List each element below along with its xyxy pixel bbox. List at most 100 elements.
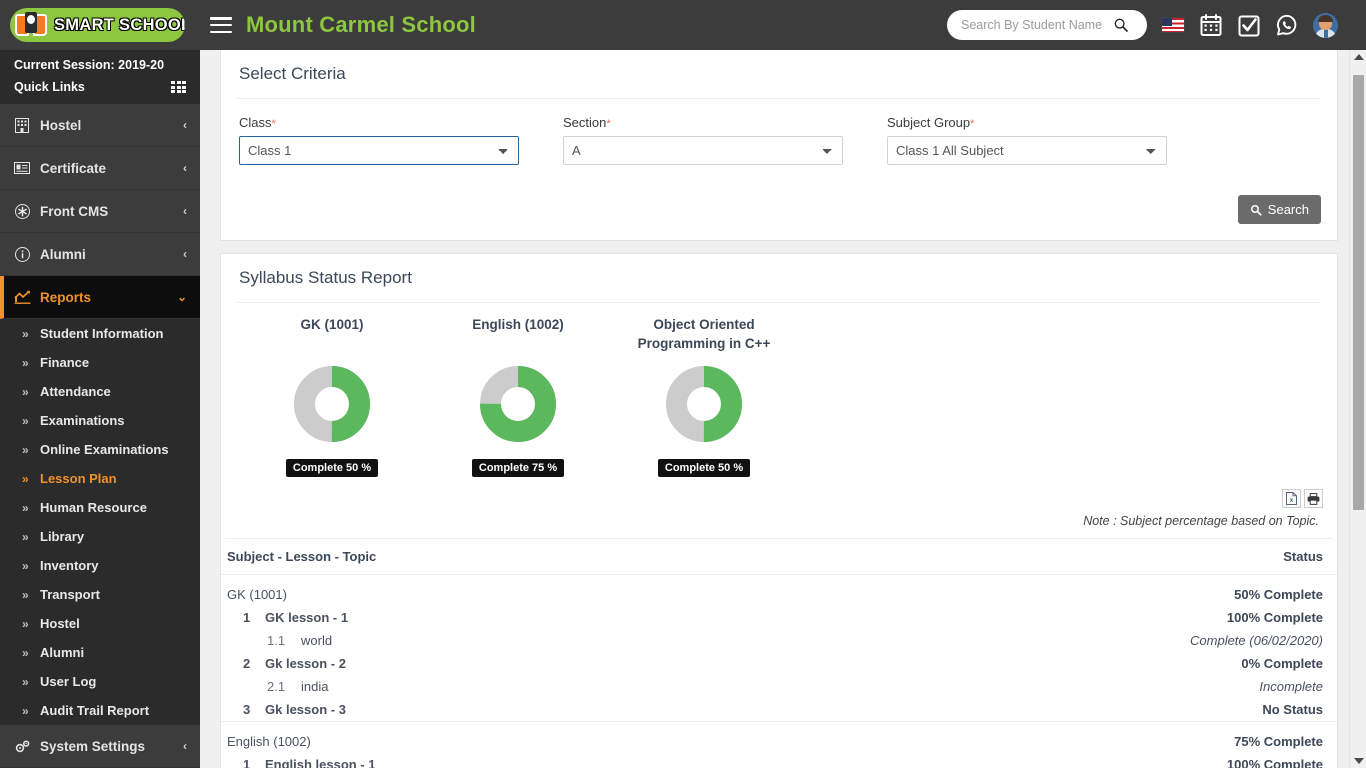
search-icon[interactable] bbox=[1113, 17, 1129, 33]
chevron-left-icon: ‹ bbox=[183, 161, 187, 175]
sidebar-subitem-transport[interactable]: »Transport bbox=[0, 580, 200, 609]
syllabus-table: Subject - Lesson - Topic Status GK (1001… bbox=[221, 539, 1337, 768]
sidebar-subitem-hostel[interactable]: »Hostel bbox=[0, 609, 200, 638]
select-criteria-title: Select Criteria bbox=[237, 50, 1321, 99]
sidebar-subitem-student-information[interactable]: »Student Information bbox=[0, 319, 200, 348]
row-status: 0% Complete bbox=[783, 652, 1337, 675]
chevron-double-right-icon: » bbox=[22, 704, 40, 718]
sidebar-item-reports[interactable]: Reports ⌄ bbox=[0, 276, 200, 319]
sidebar-subitem-alumni[interactable]: »Alumni bbox=[0, 638, 200, 667]
sidebar-subitem-attendance[interactable]: »Attendance bbox=[0, 377, 200, 406]
sidebar-subitem-label: Finance bbox=[40, 355, 89, 370]
sidebar-subitem-label: Online Examinations bbox=[40, 442, 169, 457]
sidebar-item-label: Reports bbox=[40, 290, 177, 305]
sidebar-subitem-label: Student Information bbox=[40, 326, 164, 341]
grid-icon[interactable] bbox=[171, 81, 186, 93]
sidebar-subitem-label: Examinations bbox=[40, 413, 125, 428]
class-label: Class* bbox=[239, 115, 519, 130]
table-row-lesson: 3Gk lesson - 3No Status bbox=[221, 698, 1337, 722]
search-button-label: Search bbox=[1268, 202, 1309, 217]
sidebar-subitem-inventory[interactable]: »Inventory bbox=[0, 551, 200, 580]
chevron-down-icon: ⌄ bbox=[177, 290, 187, 304]
section-select[interactable]: A bbox=[563, 136, 843, 165]
sidebar-subitem-examinations[interactable]: »Examinations bbox=[0, 406, 200, 435]
search-button[interactable]: Search bbox=[1238, 195, 1321, 224]
scroll-down-arrow-icon[interactable] bbox=[1354, 758, 1364, 764]
subject-group-label-text: Subject Group bbox=[887, 115, 970, 130]
sidebar-subitem-label: User Log bbox=[40, 674, 96, 689]
chevron-double-right-icon: » bbox=[22, 646, 40, 660]
asterisk-circle-icon bbox=[13, 204, 31, 219]
criteria-form: Class* Class 1 Section* A bbox=[239, 115, 1319, 165]
card-icon bbox=[13, 162, 31, 174]
sidebar-subitem-label: Attendance bbox=[40, 384, 111, 399]
sidebar-subitem-human-resource[interactable]: »Human Resource bbox=[0, 493, 200, 522]
sidebar-item-label: Certificate bbox=[40, 161, 183, 176]
scroll-up-arrow-icon[interactable] bbox=[1354, 54, 1364, 60]
sidebar-item-hostel[interactable]: Hostel ‹ bbox=[0, 104, 200, 147]
required-marker: * bbox=[272, 118, 276, 130]
donut-chart-title: GK (1001) bbox=[239, 315, 425, 353]
row-status: 100% Complete bbox=[783, 753, 1337, 768]
hamburger-icon[interactable] bbox=[210, 17, 232, 33]
app-logo[interactable]: SMART SCHOOL bbox=[0, 0, 200, 50]
chevron-left-icon: ‹ bbox=[183, 739, 187, 753]
vertical-scrollbar[interactable] bbox=[1349, 50, 1366, 768]
sidebar-subitem-online-examinations[interactable]: »Online Examinations bbox=[0, 435, 200, 464]
search-input[interactable] bbox=[961, 18, 1113, 32]
chevron-double-right-icon: » bbox=[22, 530, 40, 544]
student-search-box[interactable] bbox=[947, 10, 1147, 40]
sidebar-subitem-user-log[interactable]: »User Log bbox=[0, 667, 200, 696]
sidebar-item-system-settings[interactable]: System Settings ‹ bbox=[0, 725, 200, 768]
class-select[interactable]: Class 1 bbox=[239, 136, 519, 165]
calendar-icon[interactable] bbox=[1199, 13, 1223, 37]
required-marker: * bbox=[606, 118, 610, 130]
excel-export-icon[interactable]: x bbox=[1282, 489, 1301, 508]
scrollbar-thumb[interactable] bbox=[1353, 75, 1364, 510]
sidebar-subitem-label: Transport bbox=[40, 587, 100, 602]
row-status: Incomplete bbox=[783, 675, 1337, 698]
user-avatar-icon[interactable] bbox=[1313, 13, 1338, 38]
row-number: 1 bbox=[243, 610, 265, 625]
required-marker: * bbox=[970, 118, 974, 130]
current-session: Current Session: 2019-20 bbox=[0, 50, 200, 74]
chevron-double-right-icon: » bbox=[22, 385, 40, 399]
chevron-double-right-icon: » bbox=[22, 443, 40, 457]
sidebar-subitem-label: Human Resource bbox=[40, 500, 147, 515]
donut-chart-1: GK (1001)Complete 50 % bbox=[239, 315, 425, 477]
syllabus-table-body: GK (1001)50% Complete1GK lesson - 1100% … bbox=[221, 575, 1337, 768]
sidebar-item-label: Front CMS bbox=[40, 204, 183, 219]
sidebar-item-alumni[interactable]: Alumni ‹ bbox=[0, 233, 200, 276]
table-row-topic: 1.1worldComplete (06/02/2020) bbox=[221, 629, 1337, 652]
donut-chart-2: English (1002)Complete 75 % bbox=[425, 315, 611, 477]
report-note: Note : Subject percentage based on Topic… bbox=[225, 508, 1333, 539]
row-number: 2 bbox=[243, 656, 265, 671]
sidebar-subitem-finance[interactable]: »Finance bbox=[0, 348, 200, 377]
sidebar-subitem-lesson-plan[interactable]: »Lesson Plan bbox=[0, 464, 200, 493]
sidebar-item-label: Hostel bbox=[40, 118, 183, 133]
sidebar-item-certificate[interactable]: Certificate ‹ bbox=[0, 147, 200, 190]
sidebar-subitem-audit-trail-report[interactable]: »Audit Trail Report bbox=[0, 696, 200, 725]
printer-icon[interactable] bbox=[1304, 489, 1323, 508]
flag-us-icon[interactable] bbox=[1161, 17, 1185, 33]
col-status: Status bbox=[783, 539, 1337, 575]
row-status: 50% Complete bbox=[783, 575, 1337, 607]
top-header-bar: SMART SCHOOL Mount Carmel School bbox=[0, 0, 1366, 50]
donut-svg bbox=[473, 359, 563, 449]
sidebar-item-label: System Settings bbox=[40, 739, 183, 754]
sidebar-item-front-cms[interactable]: Front CMS ‹ bbox=[0, 190, 200, 233]
class-label-text: Class bbox=[239, 115, 272, 130]
whatsapp-icon[interactable] bbox=[1275, 13, 1299, 37]
col-subject-lesson-topic: Subject - Lesson - Topic bbox=[221, 539, 783, 575]
syllabus-status-report-card: Syllabus Status Report GK (1001)Complete… bbox=[220, 253, 1338, 768]
sidebar-subitem-label: Library bbox=[40, 529, 84, 544]
main-content: Select Criteria Class* Class 1 Section* bbox=[200, 50, 1366, 768]
sidebar-reports-submenu: »Student Information»Finance»Attendance»… bbox=[0, 319, 200, 725]
chevron-left-icon: ‹ bbox=[183, 204, 187, 218]
task-check-icon[interactable] bbox=[1237, 13, 1261, 37]
donut-chart-label: Complete 50 % bbox=[658, 459, 750, 477]
subject-group-select[interactable]: Class 1 All Subject bbox=[887, 136, 1167, 165]
sidebar-subitem-label: Lesson Plan bbox=[40, 471, 117, 486]
sidebar-subitem-library[interactable]: »Library bbox=[0, 522, 200, 551]
quick-links-row[interactable]: Quick Links bbox=[0, 74, 200, 104]
